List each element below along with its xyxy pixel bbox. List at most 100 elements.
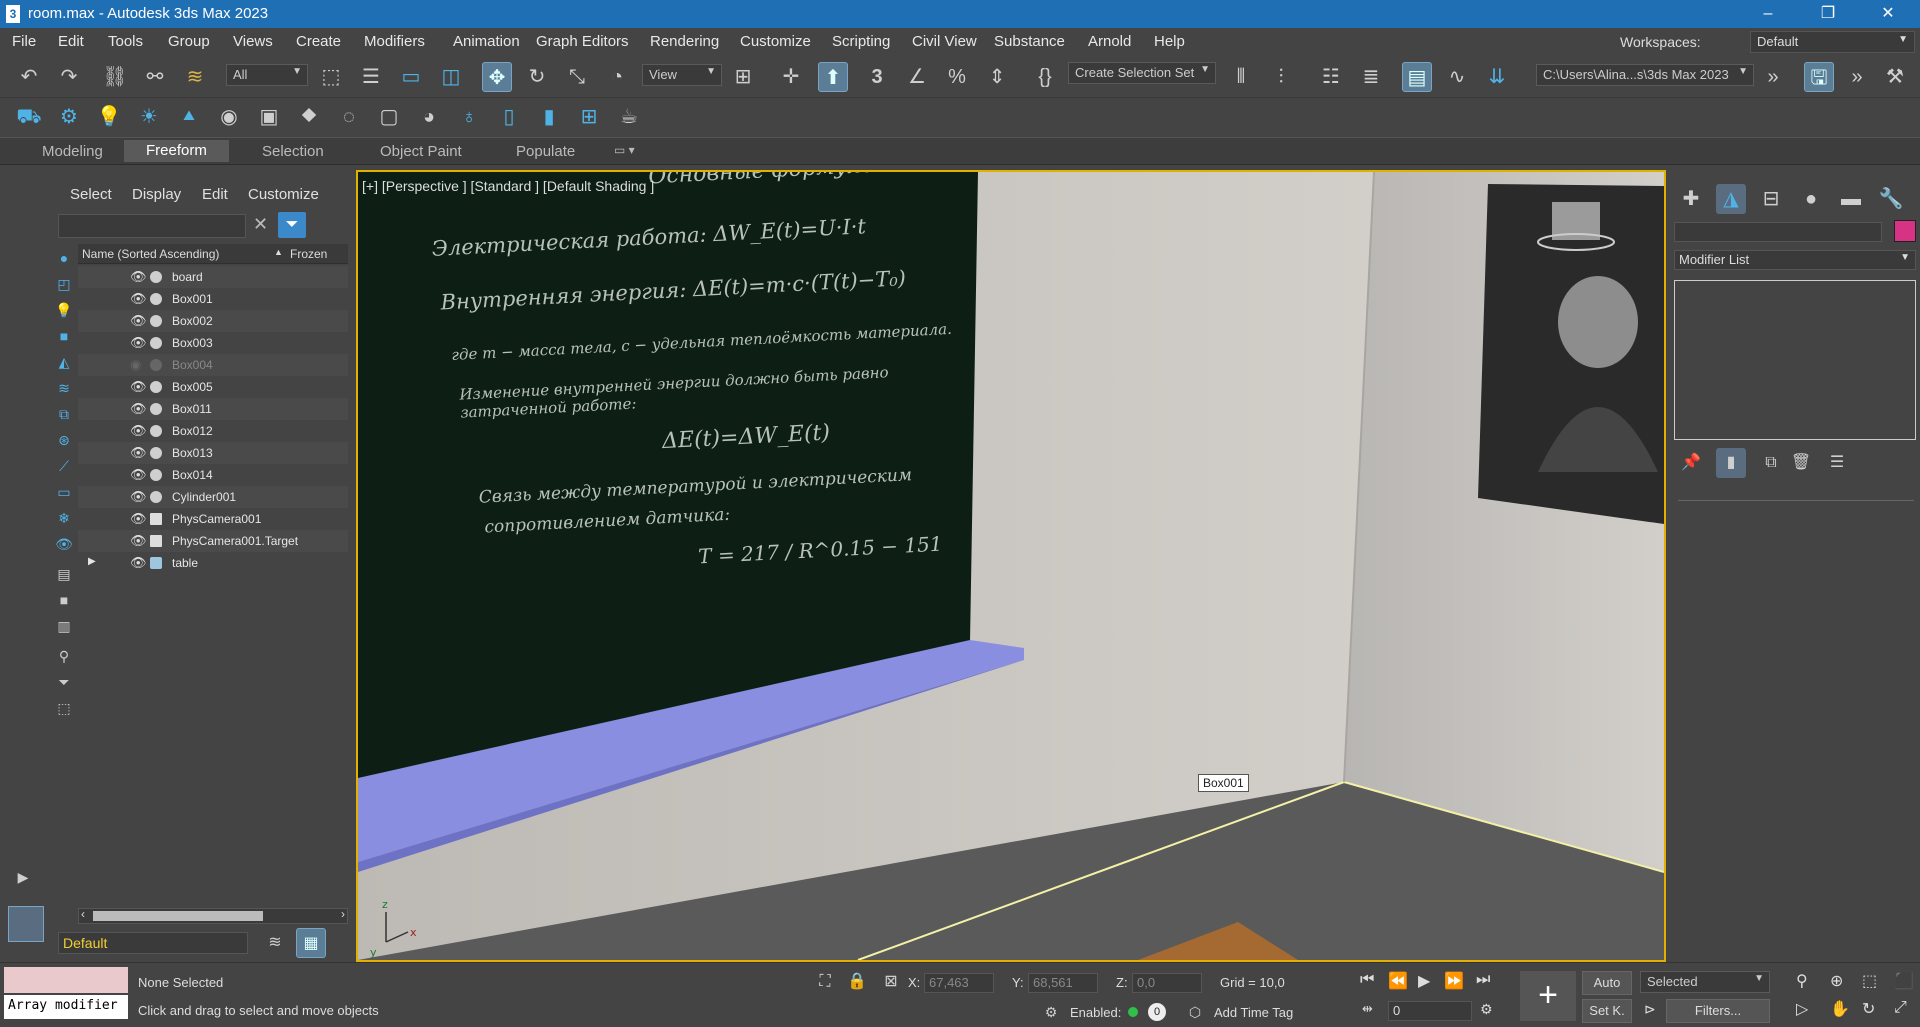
window-crossing-icon[interactable]: ◫ <box>436 62 466 92</box>
percent-snap-icon[interactable]: % <box>942 62 972 92</box>
menu-group[interactable]: Group <box>168 33 210 50</box>
absolute-mode-icon[interactable]: ⊠ <box>876 967 906 997</box>
menu-customize[interactable]: Customize <box>740 33 811 50</box>
modify-tab-icon[interactable]: ◮ <box>1716 184 1746 214</box>
light-filter-icon[interactable]: 💡 <box>54 300 74 320</box>
render-frame-icon[interactable]: ▢ <box>374 102 404 132</box>
layer-display-icon[interactable]: ⬚ <box>54 698 74 718</box>
visibility-eye-icon[interactable]: 👁 <box>130 489 147 505</box>
select-by-name-icon[interactable]: ☰ <box>356 62 386 92</box>
scroll-thumb[interactable] <box>93 911 263 921</box>
container-filter-icon[interactable]: ▭ <box>54 482 74 502</box>
menu-arnold[interactable]: Arnold <box>1088 33 1131 50</box>
unlink-icon[interactable]: ⚯ <box>140 62 170 92</box>
remove-modifier-icon[interactable]: 🗑 <box>1786 448 1816 478</box>
current-frame-field[interactable]: 0 <box>1388 1001 1472 1021</box>
tree-icon[interactable]: ⯅ <box>174 102 204 132</box>
bind-space-warp-icon[interactable]: ≋ <box>180 62 210 92</box>
toggle-layer-explorer-icon[interactable]: ≣ <box>1356 62 1386 92</box>
spacewarp-filter-icon[interactable]: ≋ <box>54 378 74 398</box>
isolate-selection-icon[interactable]: ⛶ <box>810 967 840 997</box>
bone-filter-icon[interactable]: ⟋ <box>54 456 74 476</box>
toggle-ribbon-icon[interactable]: ▤ <box>1402 62 1432 92</box>
explorer-search-input[interactable] <box>58 214 246 238</box>
list-item[interactable]: ▶ 👁 table <box>78 552 348 574</box>
rectangular-selection-icon[interactable]: ▭ <box>396 62 426 92</box>
zoom-icon[interactable]: ⚲ <box>1796 971 1808 991</box>
shape-filter-icon[interactable]: ◰ <box>54 274 74 294</box>
curve-editor-icon[interactable]: ∿ <box>1442 62 1472 92</box>
spinner-snap-icon[interactable]: ⇕ <box>982 62 1012 92</box>
make-unique-icon[interactable]: ⧉ <box>1756 448 1786 478</box>
grid-icon[interactable]: ⊞ <box>574 102 604 132</box>
modifier-stack[interactable] <box>1674 280 1916 440</box>
configure-modifier-sets-icon[interactable]: ☰ <box>1822 448 1852 478</box>
render-setup-icon[interactable]: ⛟ <box>14 102 44 132</box>
reference-coordinate-dropdown[interactable]: View ▼ <box>642 64 722 86</box>
create-selection-set-dropdown[interactable]: Create Selection Set ▼ <box>1068 62 1216 84</box>
object-name-field[interactable] <box>1674 222 1882 242</box>
toggle-scene-explorer-icon[interactable]: ☷ <box>1316 62 1346 92</box>
frozen-filter-icon[interactable]: ❄ <box>54 508 74 528</box>
menu-scripting[interactable]: Scripting <box>832 33 890 50</box>
menu-modifiers[interactable]: Modifiers <box>364 33 425 50</box>
safe-frame-icon[interactable]: ▮ <box>534 102 564 132</box>
menu-file[interactable]: File <box>12 33 36 50</box>
visibility-eye-icon[interactable]: 👁 <box>130 401 147 417</box>
schematic-view-icon[interactable]: ⇊ <box>1482 62 1512 92</box>
maxscript-listener[interactable] <box>4 967 128 993</box>
list-item[interactable]: 👁 PhysCamera001.Target <box>78 530 348 552</box>
list-item[interactable]: 👁 PhysCamera001 <box>78 508 348 530</box>
clear-search-icon[interactable]: ✕ <box>253 214 268 235</box>
select-rotate-icon[interactable]: ↻ <box>522 62 552 92</box>
viewport-layout-thumb[interactable] <box>8 906 44 942</box>
layer-explorer-icon[interactable]: ▦ <box>296 928 326 958</box>
selection-filter-dropdown[interactable]: All ▼ <box>226 64 308 86</box>
selection-lock-icon[interactable]: 🔒 <box>842 967 872 997</box>
expand-arrow-icon[interactable]: ▶ <box>8 862 38 892</box>
viewport-label[interactable]: [+] [Perspective ] [Standard ] [Default … <box>362 178 654 194</box>
undo-icon[interactable]: ↶ <box>14 62 44 92</box>
display-tab-icon[interactable]: ▬ <box>1836 184 1866 214</box>
align-icon[interactable]: ⫶ <box>1266 62 1296 92</box>
maximize-viewport-icon[interactable]: ⤢ <box>1894 999 1907 1017</box>
pin-stack-icon[interactable]: 📌 <box>1676 448 1706 478</box>
keyboard-shortcut-override-icon[interactable]: ⬆ <box>818 62 848 92</box>
z-coordinate-field[interactable]: 0,0 <box>1132 973 1202 993</box>
key-mode-icon[interactable]: ⇹ <box>1362 1001 1373 1017</box>
script-icon[interactable]: ⚙ <box>1036 997 1066 1027</box>
select-move-icon[interactable]: ✥ <box>482 62 512 92</box>
add-time-tag[interactable]: Add Time Tag <box>1214 1005 1293 1020</box>
create-tab-icon[interactable]: ✚ <box>1676 184 1706 214</box>
x-coordinate-field[interactable]: 67,463 <box>924 973 994 993</box>
set-key-button[interactable]: Set K. <box>1582 999 1632 1023</box>
visibility-eye-icon[interactable]: 👁 <box>130 313 147 329</box>
pan-icon[interactable]: ✋ <box>1830 999 1850 1019</box>
explorer-menu-display[interactable]: Display <box>132 186 181 203</box>
workspaces-dropdown[interactable]: Default ▼ <box>1750 31 1915 53</box>
tab-populate[interactable]: Populate <box>516 143 575 160</box>
visibility-eye-icon[interactable]: 👁 <box>130 379 147 395</box>
save-icon[interactable]: 🖫 <box>1804 62 1834 92</box>
key-filter-dropdown[interactable]: Selected ▼ <box>1640 971 1770 993</box>
name-column-header[interactable]: Name (Sorted Ascending) <box>82 247 219 261</box>
material-editor-icon[interactable]: ◉ <box>214 102 244 132</box>
list-item[interactable]: 👁 Box005 <box>78 376 348 398</box>
perspective-viewport[interactable]: z y x [+] [Perspective ] [Standard ] [De… <box>356 170 1666 962</box>
key-mode-toggle-icon[interactable]: ⊳ <box>1644 1001 1656 1018</box>
zoom-extents-all-icon[interactable]: ⬛ <box>1894 971 1914 991</box>
list-item[interactable]: 👁 Box014 <box>78 464 348 486</box>
visibility-eye-icon[interactable]: 👁 <box>130 269 147 285</box>
menu-tools[interactable]: Tools <box>108 33 143 50</box>
tab-freeform[interactable]: Freeform <box>124 140 229 162</box>
list-item[interactable]: 👁 Cylinder001 <box>78 486 348 508</box>
light-icon[interactable]: 💡 <box>94 102 124 132</box>
xref-filter-icon[interactable]: ⊛ <box>54 430 74 450</box>
render-iterative-icon[interactable]: ◌ <box>334 102 364 132</box>
list-item[interactable]: 👁 Box011 <box>78 398 348 420</box>
scroll-right-icon[interactable]: › <box>341 907 345 921</box>
project-path-dropdown[interactable]: C:\Users\Alina...s\3ds Max 2023 ▼ <box>1536 64 1754 86</box>
mirror-icon[interactable]: ⫴ <box>1226 62 1256 92</box>
scroll-left-icon[interactable]: ‹ <box>81 907 85 921</box>
find-icon[interactable]: ⚲ <box>54 646 74 666</box>
